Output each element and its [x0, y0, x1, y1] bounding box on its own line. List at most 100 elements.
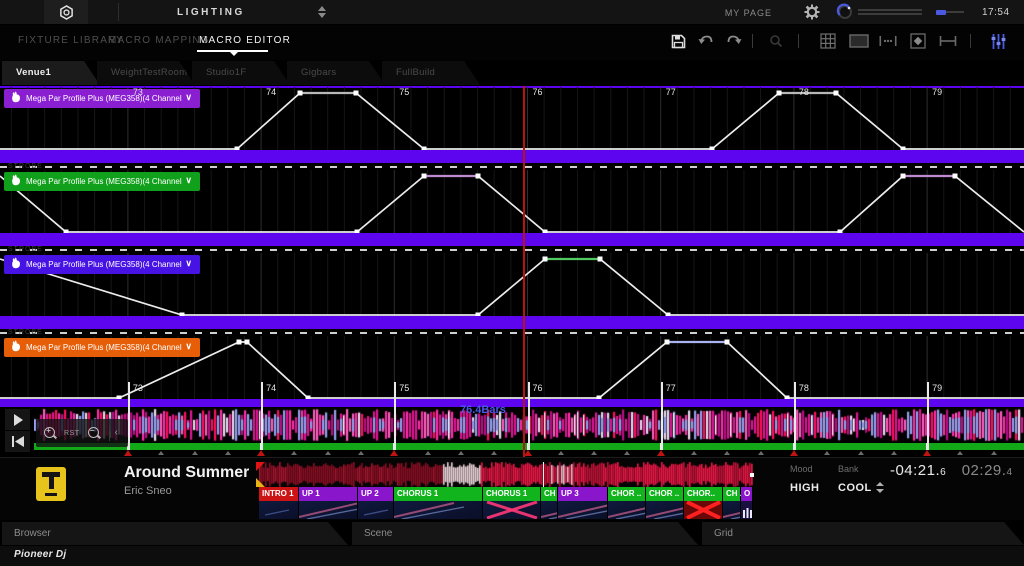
- chevron-down-icon[interactable]: ∨: [185, 92, 192, 103]
- chevron-down-icon[interactable]: ∨: [185, 341, 192, 352]
- phrase-section[interactable]: INTRO 1: [259, 487, 299, 501]
- scene-thumbnail[interactable]: [723, 501, 741, 519]
- toolbar-divider: [798, 34, 799, 48]
- bar-tick-line: [527, 382, 530, 450]
- span-icon[interactable]: [938, 31, 958, 51]
- track-artist: Eric Sneo: [124, 485, 172, 497]
- bar-tick-line: [927, 382, 930, 450]
- panel-scene[interactable]: Scene: [352, 522, 698, 545]
- fixture-hand-icon: [4, 338, 21, 357]
- collapse-chevron-icon[interactable]: ‹: [115, 427, 118, 438]
- tab-macro-editor[interactable]: MACRO EDITOR: [199, 35, 291, 46]
- scene-thumbnail[interactable]: [358, 501, 394, 519]
- phrase-section[interactable]: O: [741, 487, 753, 501]
- skip-start-button[interactable]: [5, 431, 30, 452]
- overview-position-marker: [543, 462, 545, 487]
- bar-number-top: 74: [266, 87, 277, 97]
- strobe-dash-line: [0, 332, 1024, 334]
- venue-tab-studio1f[interactable]: Studio1F: [192, 61, 290, 85]
- spread-points-icon[interactable]: [878, 31, 898, 51]
- volume-slider-handle[interactable]: [936, 9, 946, 15]
- zoom-in-icon[interactable]: +: [44, 426, 57, 440]
- search-icon[interactable]: [766, 31, 786, 51]
- scene-thumbnail[interactable]: [741, 501, 753, 519]
- bar-number-bottom: 75: [399, 383, 410, 393]
- phrase-section[interactable]: CH: [541, 487, 558, 501]
- scene-thumbnail[interactable]: [394, 501, 483, 519]
- phrase-section[interactable]: CHORUS 1: [394, 487, 483, 501]
- track-header[interactable]: Mega Par Profile Plus (MEG358)(4 Channel…: [4, 89, 200, 108]
- chevron-down-icon[interactable]: ∨: [185, 258, 192, 269]
- panel-grid[interactable]: Grid: [702, 522, 1024, 545]
- scene-thumbnail[interactable]: [299, 501, 358, 519]
- phrase-section[interactable]: CHOR ..: [608, 487, 646, 501]
- grid-icon[interactable]: [818, 31, 838, 51]
- track-overview-waveform[interactable]: [259, 462, 753, 487]
- rekordbox-logo-glyph: [59, 4, 73, 20]
- scene-thumbnail[interactable]: [259, 501, 299, 519]
- tab-macro-mapping[interactable]: MACRO MAPPING: [108, 35, 210, 46]
- zoom-out-icon[interactable]: −: [87, 426, 101, 440]
- color-row-bar[interactable]: [0, 150, 1024, 163]
- phrase-section[interactable]: UP 3: [558, 487, 608, 501]
- color-row-bar[interactable]: [0, 233, 1024, 246]
- save-icon[interactable]: [668, 31, 688, 51]
- playhead[interactable]: [523, 86, 525, 457]
- track-header[interactable]: Mega Par Profile Plus (MEG358)(4 Channel…: [4, 172, 200, 191]
- bar-tick-line: [793, 382, 796, 450]
- redo-icon[interactable]: [724, 31, 744, 51]
- bar-tick-line: [127, 382, 130, 450]
- rekordbox-logo-icon[interactable]: [44, 0, 88, 24]
- my-page-button[interactable]: MY PAGE: [725, 8, 772, 18]
- keyframe-icon[interactable]: [908, 31, 928, 51]
- bank-value[interactable]: COOL: [838, 482, 872, 494]
- bar-number-top: 79: [932, 87, 943, 97]
- undo-icon[interactable]: [696, 31, 716, 51]
- chevron-down-icon[interactable]: ∨: [185, 175, 192, 186]
- bottom-panel-bar: Browser Scene Grid: [0, 520, 1024, 545]
- zoom-reset-button[interactable]: RST: [64, 430, 80, 437]
- venue-tab-weighttestroom[interactable]: WeightTestRoom: [97, 61, 195, 85]
- phrase-section[interactable]: CHOR..: [684, 487, 723, 501]
- crossfader-track-top[interactable]: [858, 9, 922, 11]
- panel-browser[interactable]: Browser: [2, 522, 348, 545]
- venue-tab-fullbuild[interactable]: FullBuild: [382, 61, 480, 85]
- color-row-bar[interactable]: [0, 316, 1024, 329]
- phrase-section[interactable]: UP 1: [299, 487, 358, 501]
- scene-thumbnail[interactable]: [684, 501, 723, 519]
- playhead-position-label: 76.4Bars: [460, 404, 506, 416]
- venue-tab-gigbars[interactable]: Gigbars: [287, 61, 385, 85]
- phrase-section[interactable]: CHOR ..: [646, 487, 684, 501]
- bar-number-top: 76: [532, 87, 543, 97]
- scene-thumbnail[interactable]: [558, 501, 608, 519]
- rectangle-select-icon[interactable]: [849, 31, 869, 51]
- scene-thumbnail[interactable]: [541, 501, 558, 519]
- gear-icon[interactable]: [804, 4, 820, 25]
- mixer-icon[interactable]: [988, 31, 1008, 51]
- chevron-up-icon: [876, 482, 884, 486]
- phrase-section[interactable]: CHORUS 1: [483, 487, 541, 501]
- phrase-section[interactable]: CH ..: [723, 487, 744, 501]
- time-display: -04:21.6 02:29.4: [890, 462, 1012, 480]
- phrase-section[interactable]: UP 2: [358, 487, 394, 501]
- venue-tab-label: WeightTestRoom: [111, 67, 188, 78]
- bank-selector-chevrons[interactable]: [876, 482, 884, 493]
- bar-number-top: 73: [132, 87, 143, 97]
- venue-tab-bar: Venue1 WeightTestRoom Studio1F Gigbars FullB…: [0, 60, 1024, 86]
- track-header[interactable]: Mega Par Profile Plus (MEG358)(4 Channel…: [4, 255, 200, 274]
- play-button[interactable]: [5, 409, 30, 430]
- scene-thumbnail[interactable]: [608, 501, 646, 519]
- mode-selector-chevrons[interactable]: [318, 6, 326, 18]
- zoom-controls: + RST − ‹: [36, 419, 128, 447]
- track-header[interactable]: Mega Par Profile Plus (MEG358)(4 Channel…: [4, 338, 200, 357]
- scene-thumbnail[interactable]: [483, 501, 541, 519]
- scene-thumbnail[interactable]: [646, 501, 684, 519]
- toolbar-divider: [970, 34, 971, 48]
- crossfader-track-bottom[interactable]: [858, 13, 922, 15]
- fixture-track-4: Mega Par Profile Plus (MEG358)(4 Channel…: [0, 336, 1024, 407]
- venue-tab-venue1[interactable]: Venue1: [2, 61, 100, 85]
- color-row-bar[interactable]: [0, 399, 1024, 407]
- fixture-name: Mega Par Profile Plus (MEG358)(4 Channel: [26, 177, 182, 186]
- strobe-label: STROBE: [8, 246, 43, 253]
- master-knob[interactable]: [836, 3, 854, 26]
